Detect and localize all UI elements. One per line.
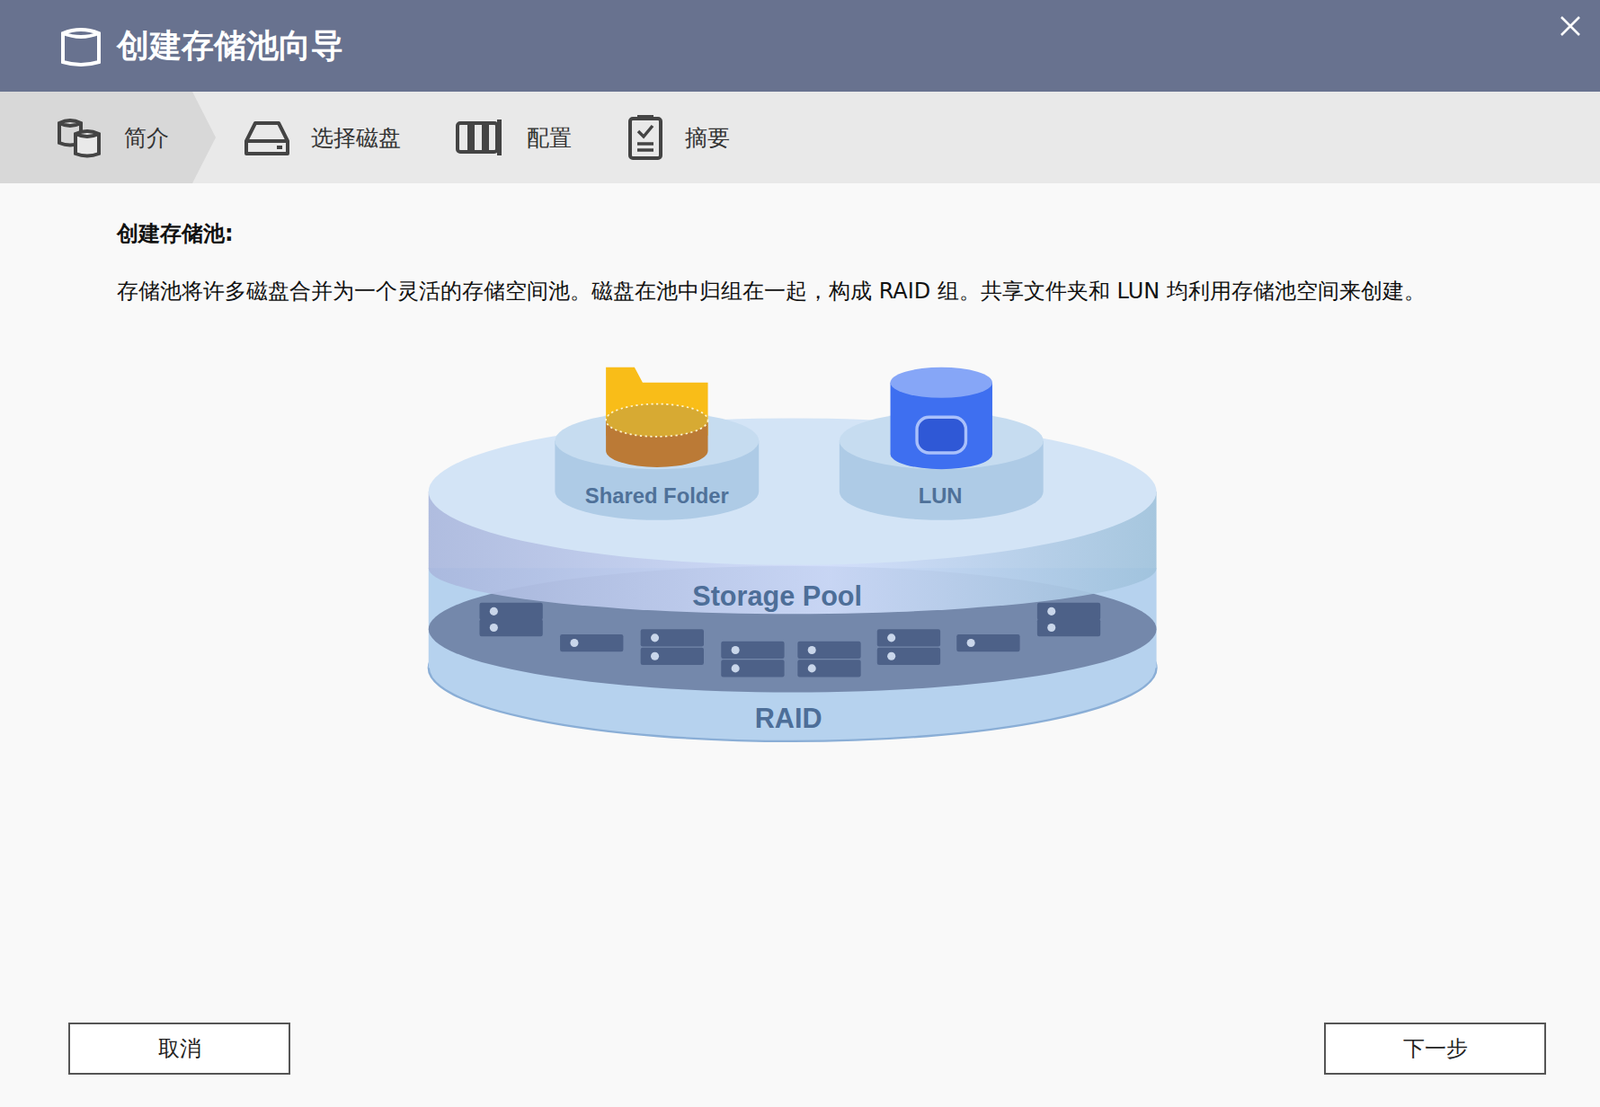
drive xyxy=(640,629,703,647)
storage-pool-label: Storage Pool xyxy=(692,580,863,613)
drive xyxy=(797,659,861,677)
lun-node: LUN xyxy=(838,367,1043,521)
storage-cylinder-icon xyxy=(59,25,103,67)
drive xyxy=(797,641,861,659)
configuration-icon xyxy=(454,117,507,158)
drive xyxy=(1036,603,1100,621)
section-heading: 创建存储池: xyxy=(116,219,1493,249)
lun-cylinder-icon xyxy=(889,367,992,470)
lun-label: LUN xyxy=(917,483,962,508)
drive xyxy=(956,634,1020,652)
drive xyxy=(720,659,784,677)
wizard-footer: 取消 下一步 xyxy=(0,1022,1600,1107)
step-label: 简介 xyxy=(124,123,169,153)
drive xyxy=(479,603,543,621)
wizard-button[interactable]: 取消 xyxy=(68,1022,291,1076)
wizard-step: 摘要 xyxy=(598,91,757,184)
storage-pool-diagram: RAID Storage Pool Shared Folder LUN xyxy=(425,354,1165,757)
drive xyxy=(560,634,623,652)
window-title: 创建存储池向导 xyxy=(116,24,1545,69)
step-label: 配置 xyxy=(526,123,572,153)
wizard-button[interactable]: 下一步 xyxy=(1324,1022,1547,1076)
shared-folder-label: Shared Folder xyxy=(584,483,729,508)
step-label: 选择磁盘 xyxy=(311,123,401,153)
wizard-step: 配置 xyxy=(427,91,599,184)
wizard-steps: 简介 选择磁盘 配置 摘要 xyxy=(0,91,1600,184)
diagram-area: RAID Storage Pool Shared Folder LUN xyxy=(116,354,1493,757)
drive xyxy=(1036,619,1100,637)
storage-pool-layer: Storage Pool xyxy=(427,417,1156,614)
raid-label: RAID xyxy=(754,702,822,734)
drive xyxy=(876,648,940,666)
disk-icon xyxy=(242,117,292,158)
wizard-step: 简介 xyxy=(0,91,216,184)
close-icon[interactable] xyxy=(1558,14,1583,38)
description: 存储池将许多磁盘合并为一个灵活的存储空间池。磁盘在池中归组在一起，构成 RAID… xyxy=(116,275,1493,308)
drive xyxy=(720,641,784,659)
summary-clipboard-icon xyxy=(625,113,666,162)
shared-folder-node: Shared Folder xyxy=(554,367,759,521)
create-storage-pool-wizard: 创建存储池向导简介 选择磁盘 配置 摘要创建存储池: 存储池将许多磁盘合并为一个灵活的存… xyxy=(0,0,1600,1107)
drive xyxy=(479,619,543,637)
intro-content: 创建存储池: 存储池将许多磁盘合并为一个灵活的存储空间池。磁盘在池中归组在一起，构… xyxy=(0,183,1600,1023)
storage-pool-icon xyxy=(55,115,105,160)
wizard-step: 选择磁盘 xyxy=(215,91,428,184)
title-bar: 创建存储池向导 xyxy=(0,0,1600,92)
step-label: 摘要 xyxy=(684,123,730,153)
drive xyxy=(876,629,940,647)
drive xyxy=(640,648,703,666)
